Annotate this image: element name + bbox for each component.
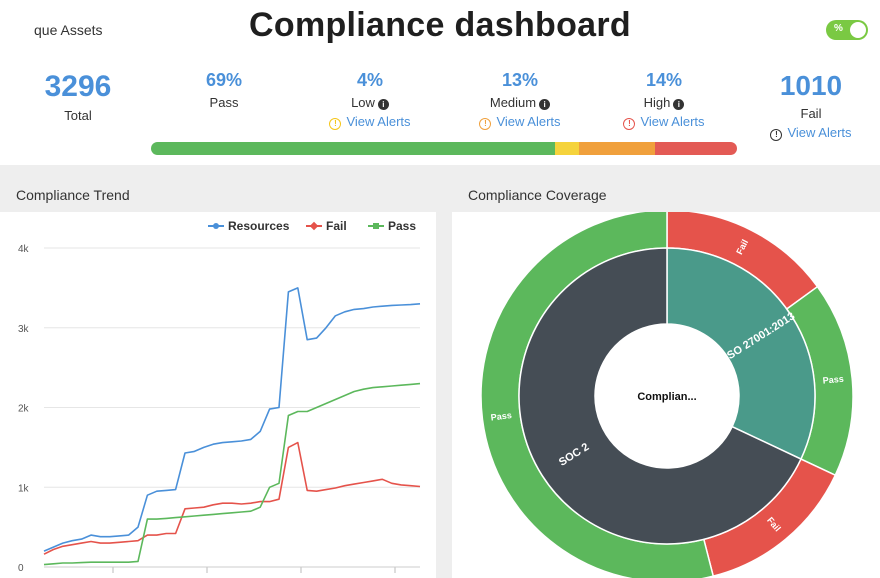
medium-alerts-text: View Alerts <box>496 114 561 129</box>
medium-value: 13% <box>501 70 539 90</box>
total-stat: 3296 Total <box>30 70 126 123</box>
pass-label: Pass <box>209 95 239 110</box>
warning-icon: ! <box>479 118 492 130</box>
total-label: Total <box>64 108 92 123</box>
severity-segment-low <box>555 142 579 155</box>
outer-segment-label: Pass <box>822 374 844 386</box>
total-value: 3296 <box>44 70 112 103</box>
low-value: 4% <box>356 70 383 90</box>
y-tick-label: 2k <box>18 404 30 415</box>
toggle-knob <box>850 22 866 38</box>
low-stat: 4% Low i ! View Alerts <box>310 70 430 130</box>
center-label: Complian... <box>637 391 696 403</box>
medium-label: Medium <box>489 95 537 110</box>
coverage-panel-header: Compliance Coverage <box>452 179 880 212</box>
warning-icon: ! <box>329 118 342 130</box>
fail-alerts-text: View Alerts <box>787 125 852 140</box>
high-label: High <box>643 95 671 110</box>
severity-segment-pass <box>151 142 556 155</box>
high-view-alerts-link[interactable]: ! View Alerts <box>604 114 724 130</box>
pass-stat: 69% Pass <box>180 70 268 110</box>
percent-toggle[interactable]: % <box>826 20 868 40</box>
trend-panel-header: Compliance Trend <box>0 179 436 212</box>
severity-bar <box>151 142 737 155</box>
y-tick-label: 4k <box>18 244 30 255</box>
toggle-label: % <box>834 23 843 34</box>
high-value: 14% <box>645 70 683 90</box>
fail-view-alerts-link[interactable]: ! View Alerts <box>758 125 864 141</box>
info-icon[interactable]: i <box>673 99 685 110</box>
compliance-coverage-chart: FailPassFailPassISO 27001:2013SOC 2Compl… <box>480 212 854 578</box>
fail-stat: 1010 Fail ! View Alerts <box>758 70 864 141</box>
medium-stat: 13% Medium i ! View Alerts <box>460 70 580 130</box>
low-label: Low <box>351 95 375 110</box>
high-alerts-text: View Alerts <box>640 114 705 129</box>
warning-icon: ! <box>623 118 636 130</box>
fail-value: 1010 <box>779 70 843 101</box>
severity-segment-high <box>654 142 737 155</box>
y-tick-label: 1k <box>18 483 30 494</box>
high-stat: 14% High i ! View Alerts <box>604 70 724 130</box>
y-tick-label: 3k <box>18 324 30 335</box>
low-alerts-text: View Alerts <box>346 114 411 129</box>
severity-segment-medium <box>578 142 655 155</box>
medium-view-alerts-link[interactable]: ! View Alerts <box>460 114 580 130</box>
page-title: Compliance dashboard <box>249 6 631 44</box>
info-icon[interactable]: i <box>539 99 551 110</box>
panel-divider <box>436 179 452 578</box>
pass-value: 69% <box>205 70 243 90</box>
info-icon[interactable]: i <box>377 99 389 110</box>
section-separator <box>0 165 880 179</box>
warning-icon: ! <box>770 129 783 141</box>
compliance-trend-chart: 0 1k 2k 3k 4k <box>18 244 421 574</box>
y-tick-label: 0 <box>18 563 24 574</box>
fail-label: Fail <box>800 106 822 121</box>
low-view-alerts-link[interactable]: ! View Alerts <box>310 114 430 130</box>
